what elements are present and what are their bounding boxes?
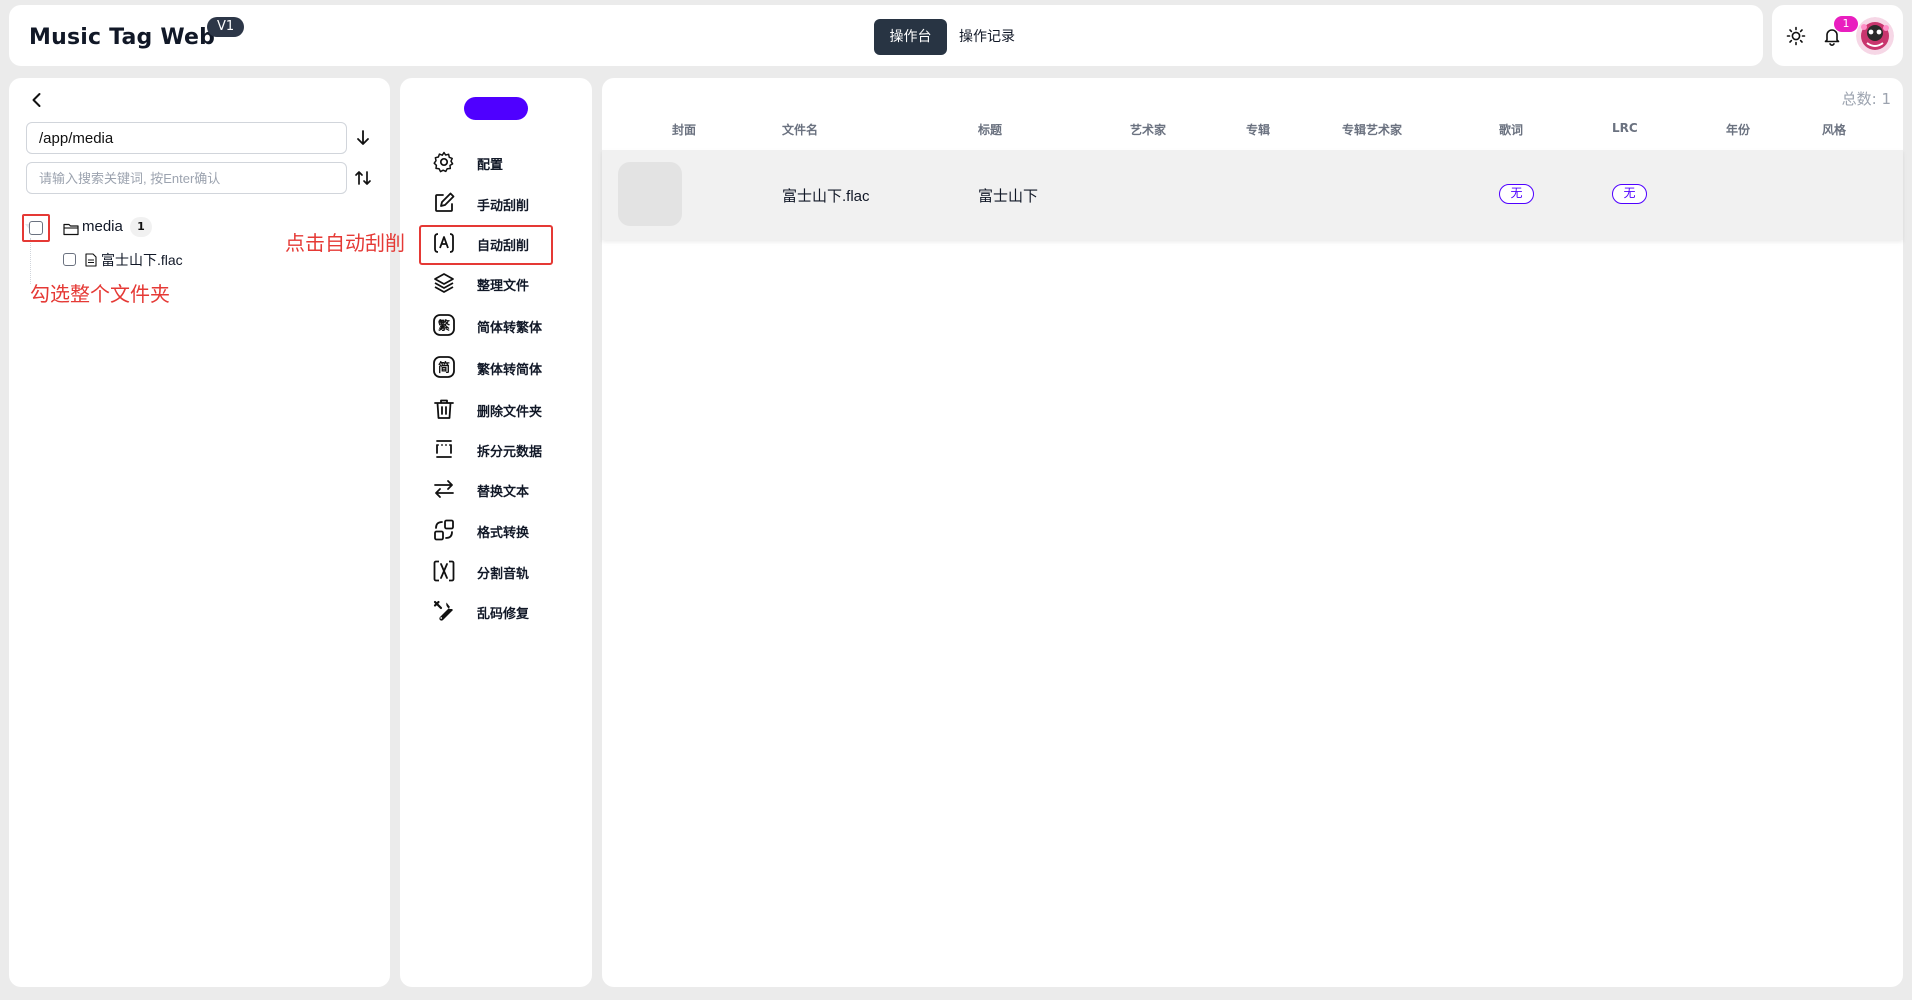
action-replace-text[interactable]: 替换文本 [430,474,580,504]
action-organize-files[interactable]: 整理文件 [430,268,580,298]
action-label: 配置 [477,158,504,173]
annotation-select-folder: 勾选整个文件夹 [30,282,170,306]
column-header-artist[interactable]: 艺术家 [1130,121,1166,138]
cover-placeholder [618,162,682,226]
simplified-icon: 简 [432,355,456,379]
arrow-down-icon[interactable] [353,128,373,148]
tab-console[interactable]: 操作台 [874,19,947,55]
action-to-traditional[interactable]: 繁 简体转繁体 [430,310,580,340]
app-title: Music Tag Web [29,25,216,50]
music-table-panel: 总数: 1 封面 文件名 标题 艺术家 专辑 专辑艺术家 歌词 LRC 年份 风… [602,78,1903,987]
svg-text:简: 简 [438,360,450,375]
action-panel: 配置 手动刮削 自动刮削 整理文件 繁 简体转繁体 简 繁体转简体 删除文件夹 … [400,78,592,987]
action-label: 简体转繁体 [477,321,543,336]
lrc-status-badge: 无 [1612,184,1647,204]
annotation-highlight-box [22,214,50,242]
column-header-lrc[interactable]: LRC [1612,121,1638,135]
notification-badge: 1 [1834,16,1858,32]
folder-icon [63,221,79,236]
layers-icon [432,271,456,295]
cut-track-icon [432,559,456,583]
version-badge: V1 [207,17,245,37]
split-icon [432,437,456,461]
table-row[interactable]: 富士山下.flac 富士山下 无 无 [602,150,1903,240]
total-count: 总数: 1 [1841,90,1891,108]
column-header-year[interactable]: 年份 [1726,121,1750,138]
action-label: 格式转换 [477,526,530,541]
folder-count-badge: 1 [130,217,152,237]
action-label: 删除文件夹 [477,405,543,420]
cell-title: 富士山下 [978,187,1039,205]
action-delete-folder[interactable]: 删除文件夹 [430,394,580,424]
column-header-title[interactable]: 标题 [978,121,1002,138]
file-checkbox[interactable] [63,253,76,266]
top-header: Music Tag Web V1 操作台 操作记录 [9,5,1763,66]
annotation-click-auto-scrape: 点击自动刮削 [285,231,405,255]
action-label: 乱码修复 [477,607,530,622]
action-label: 手动刮削 [477,199,530,214]
trash-icon [432,397,456,421]
sun-icon[interactable] [1786,26,1806,46]
cell-filename: 富士山下.flac [782,188,870,205]
action-config[interactable]: 配置 [430,147,580,177]
swap-icon [432,477,456,501]
file-name[interactable]: 富士山下.flac [101,250,183,270]
folder-name[interactable]: media [82,218,123,235]
file-browser-panel: media 1 富士山下.flac 勾选整个文件夹 [9,78,390,987]
action-to-simplified[interactable]: 简 繁体转简体 [430,352,580,382]
column-header-cover[interactable]: 封面 [672,121,696,138]
svg-text:繁: 繁 [438,318,451,333]
tab-history[interactable]: 操作记录 [959,19,1015,55]
action-header-pill[interactable] [464,97,528,120]
search-input[interactable] [26,162,347,194]
action-label: 整理文件 [477,279,530,294]
back-icon[interactable] [27,90,47,110]
action-manual-scrape[interactable]: 手动刮削 [430,188,580,218]
column-header-filename[interactable]: 文件名 [782,121,818,138]
action-label: 繁体转简体 [477,363,543,378]
edit-icon [432,191,456,215]
column-header-album[interactable]: 专辑 [1246,121,1270,138]
lyrics-status-badge: 无 [1499,184,1534,204]
file-icon [85,252,97,267]
annotation-highlight-box [419,225,553,265]
column-header-genre[interactable]: 风格 [1822,121,1846,138]
action-fix-encoding[interactable]: 乱码修复 [430,596,580,626]
wrench-icon [432,599,456,623]
column-header-lyrics[interactable]: 歌词 [1499,121,1523,138]
traditional-icon: 繁 [432,313,456,337]
action-split-metadata[interactable]: 拆分元数据 [430,434,580,464]
action-label: 拆分元数据 [477,445,543,460]
action-label: 替换文本 [477,485,530,500]
column-header-album-artist[interactable]: 专辑艺术家 [1342,121,1402,138]
action-label: 分割音轨 [477,567,530,582]
path-input[interactable] [26,122,347,154]
action-format-convert[interactable]: 格式转换 [430,515,580,545]
gear-icon [432,150,456,174]
sort-icon[interactable] [353,168,373,188]
action-split-track[interactable]: 分割音轨 [430,556,580,586]
avatar[interactable] [1856,17,1894,55]
header-actions: 1 [1772,5,1903,66]
convert-icon [432,518,456,542]
